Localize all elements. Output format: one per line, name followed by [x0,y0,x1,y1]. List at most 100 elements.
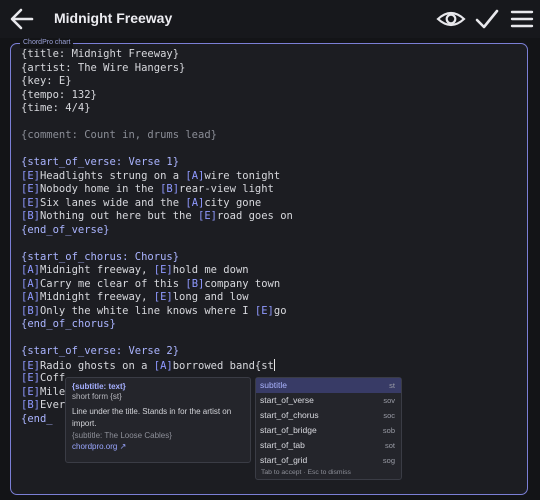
app-bar: Midnight Freeway [0,0,540,38]
suggestion-item[interactable]: subtitle st [256,378,401,393]
code-line[interactable]: [E]Radio ghosts on a [A]borrowed band{st [21,358,526,373]
code-line[interactable]: {comment: Count in, drums lead} [21,129,526,143]
menu-icon[interactable] [509,6,535,32]
code-line[interactable]: {key: E} [21,75,526,89]
code-line[interactable]: {start_of_chorus: Chorus} [21,251,526,265]
lyric-text: {key: E} [21,75,72,87]
chord-token: [E] [21,169,40,182]
code-line[interactable]: [B]Only the white line knows where I [E]… [21,305,526,319]
suggestion-item[interactable]: start_of_tab sot [256,438,401,453]
suggestion-shortcut: st [389,381,395,390]
doc-heading: {subtitle: text} [72,382,126,391]
lyric-text: {tempo: 132} [21,88,97,101]
lyric-text: Mile [39,385,66,398]
chord-token: [B] [21,210,40,222]
suggestion-item[interactable]: start_of_grid sog [256,453,401,468]
lyric-text: rear-view light [179,183,274,195]
code-line[interactable]: [A]Midnight freeway, [E]hold me down [21,264,526,278]
suggestion-name: start_of_tab [260,440,305,450]
code-line[interactable]: {end_of_chorus} [21,318,526,332]
code-line[interactable]: {artist: The Wire Hangers} [21,62,526,76]
chord-token: [A] [153,359,173,372]
doc-link[interactable]: chordpro.org ↗ [72,442,244,451]
doc-short-form: short form {st} [72,392,122,401]
lyric-text: Nobody home in the [39,183,161,195]
suggestion-shortcut: sog [382,456,395,465]
check-icon[interactable] [474,6,500,32]
suggestion-name: subtitle [260,380,287,390]
chord-token: [E] [254,304,274,317]
lyric-text: Coff [39,372,66,384]
chord-token: [E] [153,291,173,303]
code-line[interactable] [21,143,526,157]
code-line[interactable] [21,332,526,346]
directive-token: {start_of_chorus: Chorus} [21,250,180,263]
code-line[interactable]: [B]Nothing out here but the [E]road goes… [21,210,526,224]
suggestion-shortcut: sot [384,441,395,450]
code-line[interactable] [21,237,526,251]
chord-token: [E] [21,359,40,372]
code-line[interactable]: [E]Six lanes wide and the [A]city gone [21,197,526,211]
suggestion-name: start_of_bridge [260,425,317,435]
code-line[interactable]: [E]Headlights strung on a [A]wire tonigh… [21,170,526,184]
directive-doc-popup: {subtitle: text} short form {st} Line un… [65,377,251,463]
directive-token: {end_of_chorus} [21,318,116,330]
editor-label: ChordPro chart [20,38,74,48]
chord-token: [E] [153,264,173,276]
chord-token: [A] [185,196,205,209]
chord-token: [B] [21,304,40,317]
chord-token: [E] [21,183,40,195]
directive-token: {end_ [21,412,53,425]
suggestion-shortcut: sov [383,396,395,405]
lyric-text: Midnight freeway, [39,291,154,303]
back-arrow-icon[interactable] [8,6,36,32]
lyric-text: Radio ghosts on a [39,359,154,372]
chord-token: [B] [185,277,205,290]
doc-example: {subtitle: The Loose Cables} [72,431,172,440]
suggestion-name: start_of_verse [260,395,314,405]
directive-token: {end_of_verse} [21,223,110,236]
code-line[interactable]: [E]Nobody home in the [B]rear-view light [21,183,526,197]
chord-token: [A] [21,291,40,303]
suggestion-name: start_of_grid [260,455,308,465]
chord-token: [E] [198,210,217,222]
code-line[interactable]: {start_of_verse: Verse 2} [21,345,526,359]
lyric-text: borrowed band{st [172,359,274,372]
code-line[interactable]: [A]Carry me clear of this [B]company tow… [21,278,526,292]
code-line[interactable]: [A]Midnight freeway, [E]long and low [21,291,526,305]
lyric-text: long and low [172,291,249,303]
suggestion-item[interactable]: start_of_verse sov [256,393,401,408]
lyric-text: Carry me clear of this [39,277,186,290]
lyric-text: hold me down [172,264,249,276]
code-line[interactable] [21,116,526,130]
code-line[interactable]: {time: 4/4} [21,102,526,116]
eye-icon[interactable] [436,6,466,32]
autocomplete-list: subtitle st start_of_verse sov start_of_chor… [255,377,402,480]
lyric-text: Six lanes wide and the [39,196,186,209]
text-caret [273,358,275,371]
suggestion-item[interactable]: start_of_chorus soc [256,408,401,423]
code-line[interactable]: {tempo: 132} [21,89,526,103]
lyric-text: {title: Midnight Freeway} [21,48,180,60]
lyric-text: go [273,304,287,317]
directive-token: {start_of_verse: Verse 1} [21,156,180,168]
chord-token: [A] [21,264,40,276]
lyric-text: Only the white line knows where I [39,304,255,317]
code-line[interactable]: {title: Midnight Freeway} [21,48,526,62]
code-line[interactable]: {start_of_verse: Verse 1} [21,156,526,170]
lyric-text: city gone [204,196,262,209]
suggestion-item[interactable]: start_of_bridge sob [256,423,401,438]
chord-token: [B] [21,399,40,411]
comment-token: {comment: Count in, drums lead} [21,129,217,141]
code-line[interactable]: {end_of_verse} [21,224,526,238]
suggestion-shortcut: soc [383,411,395,420]
lyric-text: road goes on [216,210,293,222]
chord-token: [A] [21,277,40,290]
lyric-text: company town [204,277,281,290]
chordpro-text[interactable]: {title: Midnight Freeway} {artist: The Wi… [21,48,526,426]
autocomplete-hint: Tab to accept · Esc to dismiss [261,469,351,476]
lyric-text: {artist: The Wire Hangers} [21,61,186,74]
lyric-text: Nothing out here but the [39,210,199,222]
chord-token: [E] [21,372,40,384]
suggestion-name: start_of_chorus [260,410,319,420]
